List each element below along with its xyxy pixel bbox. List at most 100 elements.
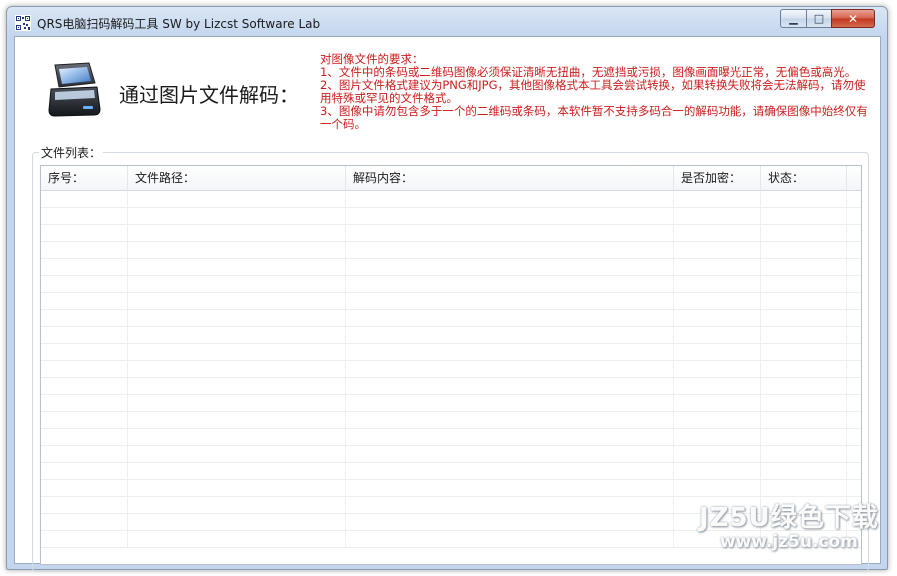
list-empty-row — [41, 208, 861, 225]
list-empty-cell — [41, 429, 128, 445]
list-empty-cell — [128, 497, 346, 513]
list-empty-row — [41, 344, 861, 361]
list-empty-cell — [761, 378, 847, 394]
list-empty-cell — [346, 446, 674, 462]
window-controls: ▁ □ ✕ — [780, 9, 875, 28]
maximize-button[interactable]: □ — [806, 9, 831, 28]
list-empty-row — [41, 259, 861, 276]
list-empty-cell — [346, 412, 674, 428]
list-empty-cell — [346, 208, 674, 224]
list-empty-cell — [346, 344, 674, 360]
list-empty-cell — [761, 225, 847, 241]
list-empty-cell — [128, 480, 346, 496]
list-empty-row — [41, 293, 861, 310]
list-empty-cell — [761, 191, 847, 207]
list-empty-cell — [128, 344, 346, 360]
list-empty-row — [41, 225, 861, 242]
list-empty-cell — [41, 463, 128, 479]
list-empty-cell — [761, 395, 847, 411]
list-empty-cell — [128, 293, 346, 309]
list-empty-cell — [761, 480, 847, 496]
list-empty-cell — [41, 412, 128, 428]
requirement-item-2: 2、图片文件格式建议为PNG和JPG，其他图像格式本工具会尝试转换，如果转换失败… — [320, 78, 866, 105]
list-empty-row — [41, 378, 861, 395]
list-empty-cell — [346, 259, 674, 275]
list-empty-cell — [41, 259, 128, 275]
list-empty-cell — [41, 395, 128, 411]
list-empty-cell — [761, 344, 847, 360]
list-empty-cell — [761, 412, 847, 428]
client-area: 通过图片文件解码： 对图像文件的要求： 1、文件中的条码或二维码图像必须保证清晰… — [14, 36, 881, 572]
watermark-main-text: JZ5U绿色下载 — [699, 503, 879, 533]
list-empty-cell — [41, 242, 128, 258]
list-empty-cell — [674, 259, 761, 275]
list-empty-cell — [674, 242, 761, 258]
list-empty-cell — [674, 208, 761, 224]
column-header-filler — [847, 166, 861, 191]
column-header-index[interactable]: 序号： — [41, 166, 128, 191]
list-empty-cell — [674, 310, 761, 326]
list-empty-row — [41, 310, 861, 327]
column-header-encrypted[interactable]: 是否加密： — [674, 166, 761, 191]
list-empty-cell — [761, 259, 847, 275]
list-empty-cell — [128, 514, 346, 530]
list-empty-cell — [674, 276, 761, 292]
list-header: 序号： 文件路径： 解码内容： 是否加密： 状态： — [41, 166, 861, 191]
list-empty-cell — [761, 208, 847, 224]
list-empty-cell — [674, 225, 761, 241]
list-empty-cell — [128, 259, 346, 275]
watermark: JZ5U绿色下载 www.jz5u.com — [699, 497, 879, 552]
list-empty-cell — [41, 361, 128, 377]
list-empty-cell — [674, 480, 761, 496]
title-bar[interactable]: QRS电脑扫码解码工具 SW by Lizcst Software Lab ▁ … — [7, 7, 887, 37]
list-empty-row — [41, 327, 861, 344]
list-empty-row — [41, 463, 861, 480]
list-empty-cell — [346, 242, 674, 258]
qr-code-icon — [15, 15, 31, 31]
list-empty-cell — [128, 276, 346, 292]
list-empty-cell — [674, 412, 761, 428]
list-empty-row — [41, 412, 861, 429]
list-empty-cell — [41, 378, 128, 394]
list-empty-cell — [128, 191, 346, 207]
list-empty-row — [41, 361, 861, 378]
list-empty-cell — [674, 191, 761, 207]
list-empty-cell — [41, 310, 128, 326]
column-header-status[interactable]: 状态： — [761, 166, 847, 191]
close-button[interactable]: ✕ — [831, 9, 875, 28]
list-empty-cell — [346, 276, 674, 292]
list-empty-row — [41, 276, 861, 293]
list-empty-cell — [761, 327, 847, 343]
list-empty-cell — [128, 361, 346, 377]
list-empty-cell — [128, 310, 346, 326]
list-empty-cell — [41, 344, 128, 360]
list-empty-cell — [674, 463, 761, 479]
requirement-item-3: 3、图像中请勿包含多于一个的二维码或条码，本软件暂不支持多码合一的解码功能，请确… — [320, 104, 868, 131]
list-empty-cell — [346, 395, 674, 411]
list-empty-cell — [41, 293, 128, 309]
scanner-icon — [48, 62, 101, 117]
watermark-url-text: www.jz5u.com — [719, 532, 858, 552]
minimize-button[interactable]: ▁ — [780, 9, 806, 28]
list-empty-cell — [346, 531, 674, 547]
list-empty-cell — [761, 446, 847, 462]
list-empty-cell — [41, 446, 128, 462]
list-empty-cell — [128, 225, 346, 241]
list-empty-cell — [761, 429, 847, 445]
list-empty-cell — [128, 429, 346, 445]
list-empty-cell — [346, 191, 674, 207]
column-header-file-path[interactable]: 文件路径： — [128, 166, 346, 191]
list-empty-cell — [128, 531, 346, 547]
column-header-decoded-content[interactable]: 解码内容： — [346, 166, 674, 191]
list-empty-cell — [128, 378, 346, 394]
list-empty-cell — [346, 310, 674, 326]
list-empty-cell — [346, 497, 674, 513]
list-empty-cell — [41, 191, 128, 207]
file-list-label: 文件列表： — [39, 144, 104, 161]
list-empty-cell — [128, 208, 346, 224]
list-empty-cell — [346, 361, 674, 377]
list-empty-cell — [346, 429, 674, 445]
list-empty-cell — [346, 225, 674, 241]
list-empty-cell — [128, 242, 346, 258]
list-empty-cell — [674, 429, 761, 445]
